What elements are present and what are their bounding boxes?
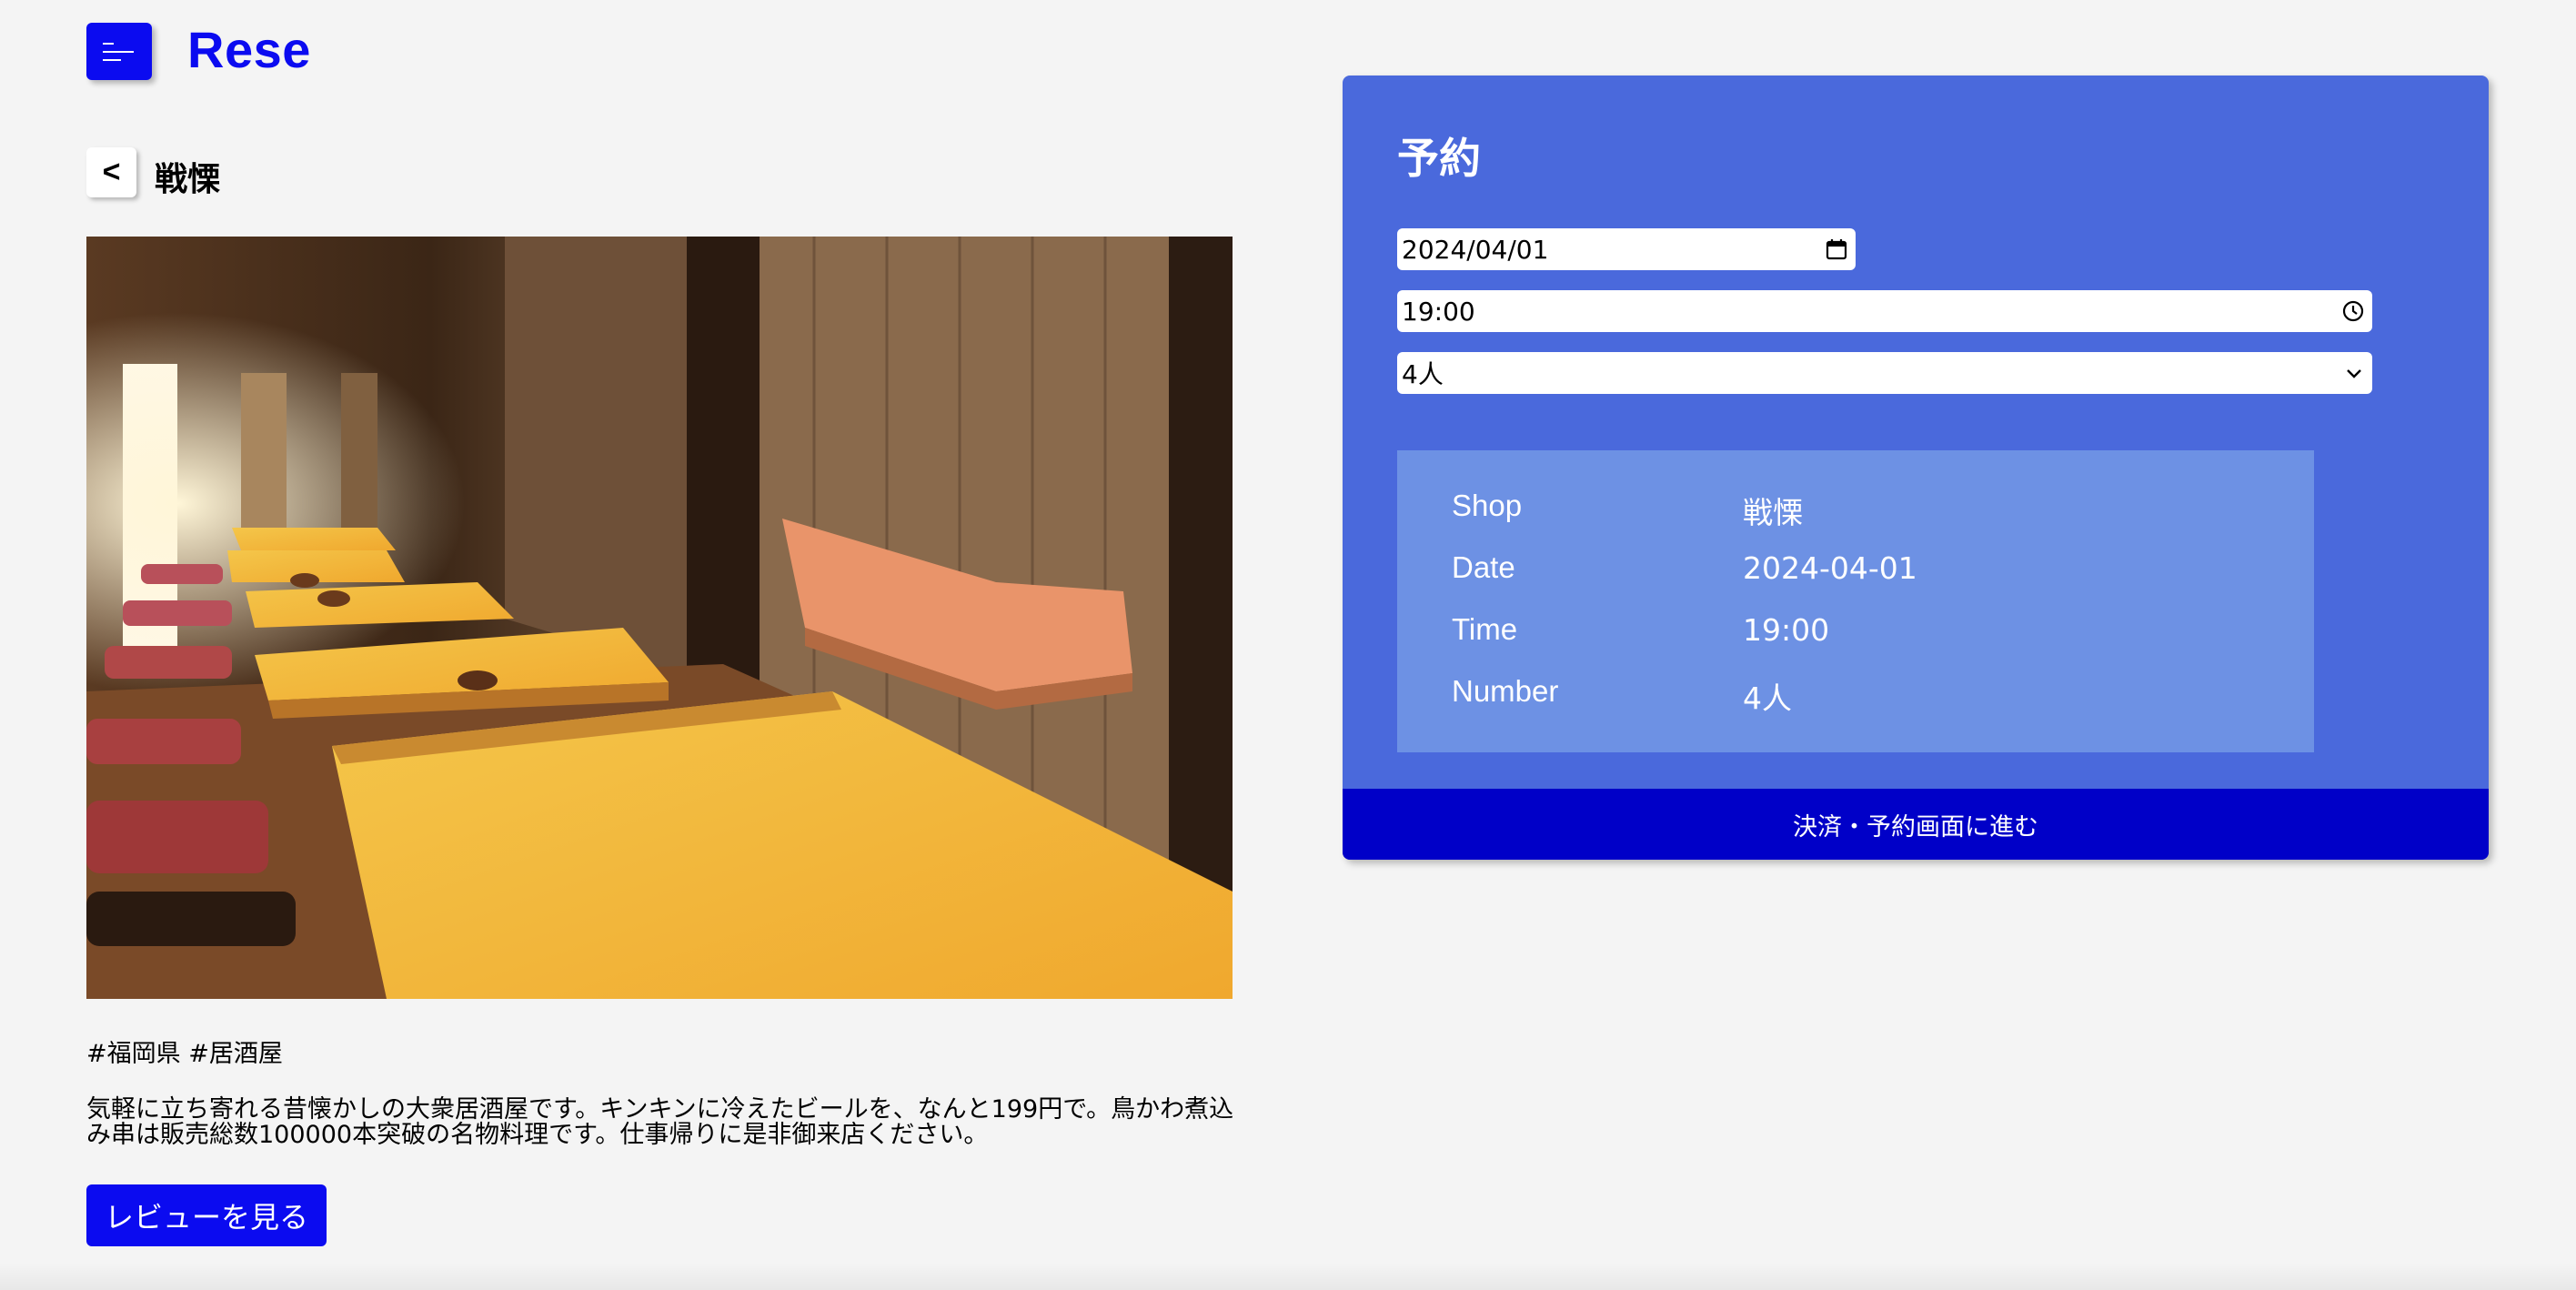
reservation-summary: Shop 戦慄 Date 2024-04-01 Time 19:00 Numbe… — [1397, 450, 2314, 752]
summary-value: 19:00 — [1743, 612, 1830, 648]
menu-icon-line — [103, 42, 114, 45]
reservation-title: 予約 — [1397, 134, 1481, 183]
shop-tags: #福岡県 #居酒屋 — [86, 1040, 283, 1068]
menu-icon-line — [103, 50, 134, 53]
reservation-panel: 予約 2024/04/01 19:00 4人 Shop 戦慄 Date 2024… — [1343, 76, 2489, 860]
proceed-to-payment-button[interactable]: 決済・予約画面に進む — [1343, 789, 2489, 860]
summary-row-date: Date 2024-04-01 — [1452, 550, 2314, 612]
date-input-value: 2024/04/01 — [1402, 234, 1549, 265]
back-button[interactable]: < — [86, 147, 136, 197]
summary-label: Shop — [1452, 489, 1523, 522]
summary-value: 2024-04-01 — [1743, 550, 1917, 586]
summary-row-time: Time 19:00 — [1452, 612, 2314, 674]
app-logo[interactable]: Rese — [187, 20, 311, 79]
clock-icon[interactable] — [2341, 299, 2365, 323]
izakaya-interior-photo — [86, 237, 1233, 999]
summary-label: Date — [1452, 550, 1515, 584]
number-select[interactable]: 4人 — [1397, 352, 2372, 394]
view-reviews-button[interactable]: レビューを見る — [86, 1184, 327, 1246]
time-input-value: 19:00 — [1402, 296, 1475, 327]
summary-label: Number — [1452, 674, 1559, 708]
summary-row-shop: Shop 戦慄 — [1452, 489, 2314, 550]
date-input[interactable]: 2024/04/01 — [1397, 228, 1856, 270]
summary-label: Time — [1452, 612, 1518, 646]
calendar-icon[interactable] — [1825, 237, 1848, 261]
shop-image — [86, 237, 1233, 999]
summary-value: 戦慄 — [1743, 495, 1803, 530]
time-input[interactable]: 19:00 — [1397, 290, 2372, 332]
shop-name: 戦慄 — [155, 161, 221, 198]
menu-icon-line — [103, 58, 121, 61]
menu-button[interactable] — [86, 23, 152, 80]
summary-value: 4人 — [1743, 680, 1792, 716]
summary-row-number: Number 4人 — [1452, 674, 2314, 736]
number-select-value: 4人 — [1402, 359, 1444, 389]
page-bottom-shade — [0, 1263, 2576, 1290]
shop-description: 気軽に立ち寄れる昔懐かしの大衆居酒屋です。キンキンに冷えたビールを、なんと199… — [86, 1095, 1234, 1149]
chevron-down-icon — [2343, 362, 2365, 384]
